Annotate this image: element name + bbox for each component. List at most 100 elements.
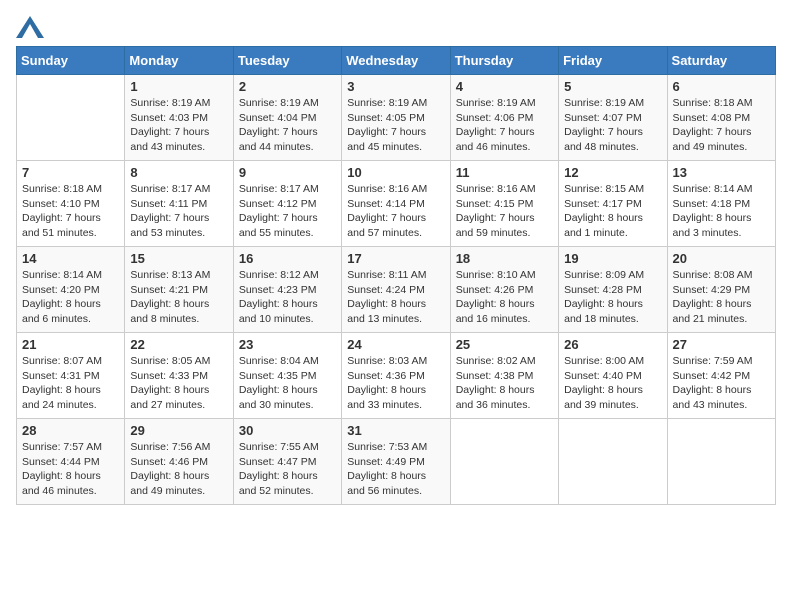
sunrise: Sunrise: 8:18 AM <box>22 183 102 195</box>
day-info: Sunrise: 8:09 AM Sunset: 4:28 PM Dayligh… <box>564 268 661 327</box>
sunset: Sunset: 4:42 PM <box>673 370 751 382</box>
logo <box>16 16 48 38</box>
day-number: 9 <box>239 165 336 180</box>
calendar-table: SundayMondayTuesdayWednesdayThursdayFrid… <box>16 46 776 505</box>
daylight: Daylight: 8 hours and 1 minute. <box>564 212 643 239</box>
daylight: Daylight: 8 hours and 30 minutes. <box>239 384 318 411</box>
sunrise: Sunrise: 8:12 AM <box>239 269 319 281</box>
calendar-cell: 9 Sunrise: 8:17 AM Sunset: 4:12 PM Dayli… <box>233 161 341 247</box>
day-number: 1 <box>130 79 227 94</box>
week-row-4: 21 Sunrise: 8:07 AM Sunset: 4:31 PM Dayl… <box>17 333 776 419</box>
sunrise: Sunrise: 8:14 AM <box>673 183 753 195</box>
day-info: Sunrise: 8:19 AM Sunset: 4:05 PM Dayligh… <box>347 96 444 155</box>
calendar-cell <box>559 419 667 505</box>
week-row-1: 1 Sunrise: 8:19 AM Sunset: 4:03 PM Dayli… <box>17 75 776 161</box>
day-header-sunday: Sunday <box>17 47 125 75</box>
day-number: 13 <box>673 165 770 180</box>
sunset: Sunset: 4:24 PM <box>347 284 425 296</box>
sunrise: Sunrise: 8:17 AM <box>239 183 319 195</box>
sunset: Sunset: 4:08 PM <box>673 112 751 124</box>
calendar-cell: 28 Sunrise: 7:57 AM Sunset: 4:44 PM Dayl… <box>17 419 125 505</box>
sunrise: Sunrise: 8:19 AM <box>130 97 210 109</box>
calendar-cell: 18 Sunrise: 8:10 AM Sunset: 4:26 PM Dayl… <box>450 247 558 333</box>
day-header-tuesday: Tuesday <box>233 47 341 75</box>
calendar-cell <box>450 419 558 505</box>
daylight: Daylight: 7 hours and 51 minutes. <box>22 212 101 239</box>
sunrise: Sunrise: 8:16 AM <box>347 183 427 195</box>
calendar-cell: 14 Sunrise: 8:14 AM Sunset: 4:20 PM Dayl… <box>17 247 125 333</box>
day-number: 2 <box>239 79 336 94</box>
page-header <box>16 16 776 38</box>
day-info: Sunrise: 8:14 AM Sunset: 4:20 PM Dayligh… <box>22 268 119 327</box>
daylight: Daylight: 7 hours and 48 minutes. <box>564 126 643 153</box>
sunrise: Sunrise: 8:16 AM <box>456 183 536 195</box>
sunrise: Sunrise: 8:15 AM <box>564 183 644 195</box>
daylight: Daylight: 8 hours and 56 minutes. <box>347 470 426 497</box>
calendar-cell: 3 Sunrise: 8:19 AM Sunset: 4:05 PM Dayli… <box>342 75 450 161</box>
daylight: Daylight: 7 hours and 59 minutes. <box>456 212 535 239</box>
day-number: 5 <box>564 79 661 94</box>
day-header-thursday: Thursday <box>450 47 558 75</box>
sunset: Sunset: 4:44 PM <box>22 456 100 468</box>
sunset: Sunset: 4:36 PM <box>347 370 425 382</box>
daylight: Daylight: 7 hours and 57 minutes. <box>347 212 426 239</box>
day-number: 25 <box>456 337 553 352</box>
week-row-5: 28 Sunrise: 7:57 AM Sunset: 4:44 PM Dayl… <box>17 419 776 505</box>
daylight: Daylight: 7 hours and 44 minutes. <box>239 126 318 153</box>
sunrise: Sunrise: 8:19 AM <box>347 97 427 109</box>
day-number: 3 <box>347 79 444 94</box>
sunset: Sunset: 4:20 PM <box>22 284 100 296</box>
daylight: Daylight: 8 hours and 43 minutes. <box>673 384 752 411</box>
day-number: 7 <box>22 165 119 180</box>
day-info: Sunrise: 8:18 AM Sunset: 4:10 PM Dayligh… <box>22 182 119 241</box>
calendar-cell: 15 Sunrise: 8:13 AM Sunset: 4:21 PM Dayl… <box>125 247 233 333</box>
daylight: Daylight: 8 hours and 8 minutes. <box>130 298 209 325</box>
daylight: Daylight: 8 hours and 10 minutes. <box>239 298 318 325</box>
day-number: 21 <box>22 337 119 352</box>
daylight: Daylight: 7 hours and 43 minutes. <box>130 126 209 153</box>
calendar-cell <box>17 75 125 161</box>
day-info: Sunrise: 8:07 AM Sunset: 4:31 PM Dayligh… <box>22 354 119 413</box>
calendar-cell: 29 Sunrise: 7:56 AM Sunset: 4:46 PM Dayl… <box>125 419 233 505</box>
week-row-3: 14 Sunrise: 8:14 AM Sunset: 4:20 PM Dayl… <box>17 247 776 333</box>
day-info: Sunrise: 8:04 AM Sunset: 4:35 PM Dayligh… <box>239 354 336 413</box>
day-number: 20 <box>673 251 770 266</box>
daylight: Daylight: 7 hours and 45 minutes. <box>347 126 426 153</box>
day-number: 6 <box>673 79 770 94</box>
sunrise: Sunrise: 8:11 AM <box>347 269 426 281</box>
sunrise: Sunrise: 7:53 AM <box>347 441 427 453</box>
day-header-monday: Monday <box>125 47 233 75</box>
sunset: Sunset: 4:14 PM <box>347 198 425 210</box>
sunset: Sunset: 4:07 PM <box>564 112 642 124</box>
day-number: 12 <box>564 165 661 180</box>
day-info: Sunrise: 8:19 AM Sunset: 4:07 PM Dayligh… <box>564 96 661 155</box>
day-number: 11 <box>456 165 553 180</box>
calendar-cell: 26 Sunrise: 8:00 AM Sunset: 4:40 PM Dayl… <box>559 333 667 419</box>
calendar-cell: 25 Sunrise: 8:02 AM Sunset: 4:38 PM Dayl… <box>450 333 558 419</box>
sunset: Sunset: 4:03 PM <box>130 112 208 124</box>
day-info: Sunrise: 8:00 AM Sunset: 4:40 PM Dayligh… <box>564 354 661 413</box>
daylight: Daylight: 8 hours and 36 minutes. <box>456 384 535 411</box>
day-number: 15 <box>130 251 227 266</box>
day-header-saturday: Saturday <box>667 47 775 75</box>
day-info: Sunrise: 8:12 AM Sunset: 4:23 PM Dayligh… <box>239 268 336 327</box>
sunrise: Sunrise: 7:59 AM <box>673 355 753 367</box>
calendar-cell <box>667 419 775 505</box>
daylight: Daylight: 7 hours and 53 minutes. <box>130 212 209 239</box>
day-number: 8 <box>130 165 227 180</box>
sunrise: Sunrise: 7:57 AM <box>22 441 102 453</box>
sunrise: Sunrise: 8:03 AM <box>347 355 427 367</box>
day-number: 16 <box>239 251 336 266</box>
sunrise: Sunrise: 8:14 AM <box>22 269 102 281</box>
day-info: Sunrise: 8:10 AM Sunset: 4:26 PM Dayligh… <box>456 268 553 327</box>
calendar-cell: 17 Sunrise: 8:11 AM Sunset: 4:24 PM Dayl… <box>342 247 450 333</box>
day-info: Sunrise: 8:02 AM Sunset: 4:38 PM Dayligh… <box>456 354 553 413</box>
sunset: Sunset: 4:31 PM <box>22 370 100 382</box>
sunset: Sunset: 4:33 PM <box>130 370 208 382</box>
sunrise: Sunrise: 8:19 AM <box>239 97 319 109</box>
day-number: 19 <box>564 251 661 266</box>
daylight: Daylight: 8 hours and 16 minutes. <box>456 298 535 325</box>
daylight: Daylight: 7 hours and 55 minutes. <box>239 212 318 239</box>
sunset: Sunset: 4:17 PM <box>564 198 642 210</box>
logo-icon <box>16 16 44 38</box>
